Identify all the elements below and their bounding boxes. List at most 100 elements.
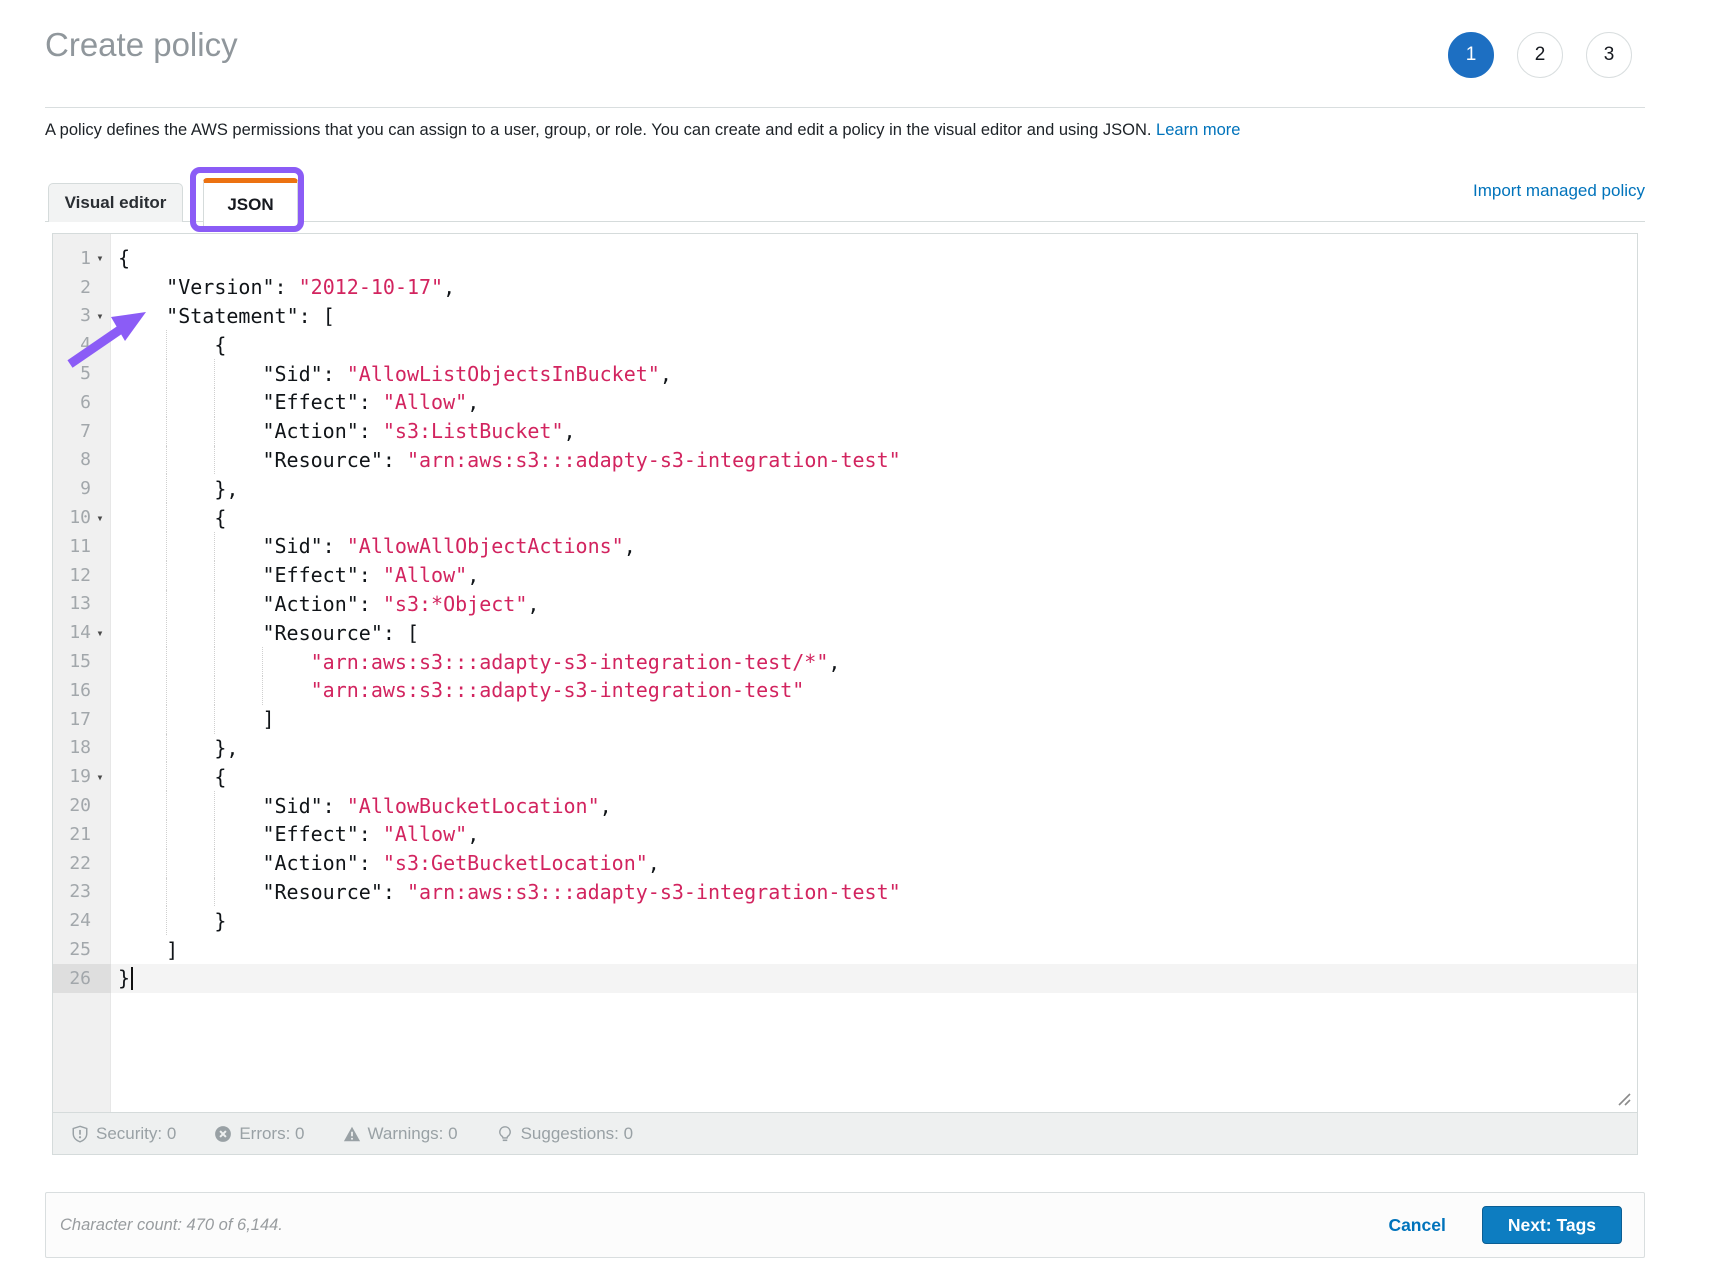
code-line[interactable]: 4{	[53, 330, 1637, 359]
line-number: 20	[53, 795, 91, 816]
code-line[interactable]: 3▾"Statement": [	[53, 302, 1637, 331]
line-gutter-cell: 5	[53, 359, 111, 388]
code-line[interactable]: 5"Sid": "AllowListObjectsInBucket",	[53, 359, 1637, 388]
line-number: 2	[53, 277, 91, 298]
code-token-string: "arn:aws:s3:::adapty-s3-integration-test…	[311, 650, 829, 674]
code-line[interactable]: 10▾{	[53, 503, 1637, 532]
indent-guide	[118, 474, 166, 503]
code-line[interactable]: 1▾{	[53, 244, 1637, 273]
code-area[interactable]: 1▾{2"Version": "2012-10-17",3▾"Statement…	[53, 234, 1637, 1112]
line-gutter-cell: 21	[53, 820, 111, 849]
line-gutter-cell: 23	[53, 878, 111, 907]
indent-guide	[166, 849, 214, 878]
fold-caret-icon[interactable]: ▾	[91, 627, 109, 639]
code-line[interactable]: 19▾{	[53, 762, 1637, 791]
code-line[interactable]: 16"arn:aws:s3:::adapty-s3-integration-te…	[53, 676, 1637, 705]
line-gutter-cell: 10▾	[53, 503, 111, 532]
code-line[interactable]: 9},	[53, 474, 1637, 503]
tab-visual-editor[interactable]: Visual editor	[48, 183, 183, 222]
code-line[interactable]: 24}	[53, 906, 1637, 935]
step-indicator-3: 3	[1586, 32, 1632, 78]
indent-guide	[166, 388, 214, 417]
line-gutter-cell: 12	[53, 561, 111, 590]
code-lines: 1▾{2"Version": "2012-10-17",3▾"Statement…	[53, 244, 1637, 993]
intro-sentence: A policy defines the AWS permissions tha…	[45, 121, 1151, 139]
indent-guide	[214, 446, 262, 475]
code-text: "arn:aws:s3:::adapty-s3-integration-test…	[111, 676, 804, 705]
indent-guide	[118, 705, 166, 734]
json-policy-editor[interactable]: 1▾{2"Version": "2012-10-17",3▾"Statement…	[52, 233, 1638, 1155]
code-line[interactable]: 13"Action": "s3:*Object",	[53, 590, 1637, 619]
line-number: 14	[53, 622, 91, 643]
code-line[interactable]: 8"Resource": "arn:aws:s3:::adapty-s3-int…	[53, 446, 1637, 475]
resize-handle-icon[interactable]	[1616, 1091, 1632, 1107]
code-line[interactable]: 25]	[53, 935, 1637, 964]
code-line[interactable]: 17]	[53, 705, 1637, 734]
code-token-string: "2012-10-17"	[299, 275, 444, 299]
next-tags-button[interactable]: Next: Tags	[1482, 1206, 1622, 1244]
code-line[interactable]: 2"Version": "2012-10-17",	[53, 273, 1637, 302]
indent-guide	[166, 417, 214, 446]
code-line[interactable]: 20"Sid": "AllowBucketLocation",	[53, 791, 1637, 820]
import-managed-policy-link[interactable]: Import managed policy	[1473, 181, 1645, 201]
indent-guide	[118, 590, 166, 619]
code-token-string: "Allow"	[383, 563, 467, 587]
tab-json[interactable]: JSON	[203, 178, 298, 226]
suggestions-status[interactable]: Suggestions: 0	[496, 1124, 633, 1144]
code-token: ,	[467, 563, 479, 587]
code-token: "Effect":	[262, 390, 382, 414]
code-text: {	[111, 244, 130, 273]
fold-caret-icon[interactable]: ▾	[91, 512, 109, 524]
errors-status[interactable]: Errors: 0	[214, 1124, 304, 1144]
indent-guide	[166, 734, 214, 763]
cancel-button[interactable]: Cancel	[1388, 1215, 1445, 1236]
line-number: 9	[53, 478, 91, 499]
indent-guide	[214, 878, 262, 907]
intro-text: A policy defines the AWS permissions tha…	[45, 121, 1465, 140]
code-text: {	[111, 762, 226, 791]
indent-guide	[166, 762, 214, 791]
security-status-label: Security: 0	[96, 1124, 176, 1144]
code-line[interactable]: 14▾"Resource": [	[53, 618, 1637, 647]
code-line[interactable]: 18},	[53, 734, 1637, 763]
warning-triangle-icon	[343, 1125, 361, 1143]
fold-caret-icon[interactable]: ▾	[91, 771, 109, 783]
code-line[interactable]: 11"Sid": "AllowAllObjectActions",	[53, 532, 1637, 561]
code-token: ]	[262, 707, 274, 731]
indent-guide	[166, 503, 214, 532]
code-line[interactable]: 6"Effect": "Allow",	[53, 388, 1637, 417]
code-line[interactable]: 15"arn:aws:s3:::adapty-s3-integration-te…	[53, 647, 1637, 676]
line-gutter-cell: 7	[53, 417, 111, 446]
indent-guide	[118, 820, 166, 849]
code-line[interactable]: 12"Effect": "Allow",	[53, 561, 1637, 590]
code-line[interactable]: 26}	[53, 964, 1637, 993]
line-number: 24	[53, 910, 91, 931]
learn-more-link[interactable]: Learn more	[1156, 121, 1240, 139]
indent-guide	[166, 676, 214, 705]
code-token: "Sid":	[262, 534, 346, 558]
code-line[interactable]: 21 "Effect": "Allow",	[53, 820, 1637, 849]
line-gutter-cell: 4	[53, 330, 111, 359]
line-gutter-cell: 11	[53, 532, 111, 561]
indent-guide	[118, 532, 166, 561]
code-token-string: "AllowListObjectsInBucket"	[347, 362, 660, 386]
code-token-string: "s3:ListBucket"	[383, 419, 564, 443]
code-line[interactable]: 23"Resource": "arn:aws:s3:::adapty-s3-in…	[53, 878, 1637, 907]
indent-guide	[118, 446, 166, 475]
code-text: "Effect": "Allow",	[111, 820, 479, 849]
line-number: 21	[53, 824, 91, 845]
line-number: 13	[53, 593, 91, 614]
code-token: "Sid":	[262, 362, 346, 386]
indent-guide	[214, 417, 262, 446]
fold-caret-icon[interactable]: ▾	[91, 252, 109, 264]
warnings-status[interactable]: Warnings: 0	[343, 1124, 458, 1144]
code-text: "Action": "s3:ListBucket",	[111, 417, 576, 446]
security-status[interactable]: Security: 0	[71, 1124, 176, 1144]
fold-caret-icon[interactable]: ▾	[91, 310, 109, 322]
indent-guide	[118, 417, 166, 446]
warnings-status-label: Warnings: 0	[368, 1124, 458, 1144]
line-gutter-cell: 22	[53, 849, 111, 878]
code-token: ,	[467, 822, 479, 846]
code-line[interactable]: 22"Action": "s3:GetBucketLocation",	[53, 849, 1637, 878]
code-line[interactable]: 7"Action": "s3:ListBucket",	[53, 417, 1637, 446]
